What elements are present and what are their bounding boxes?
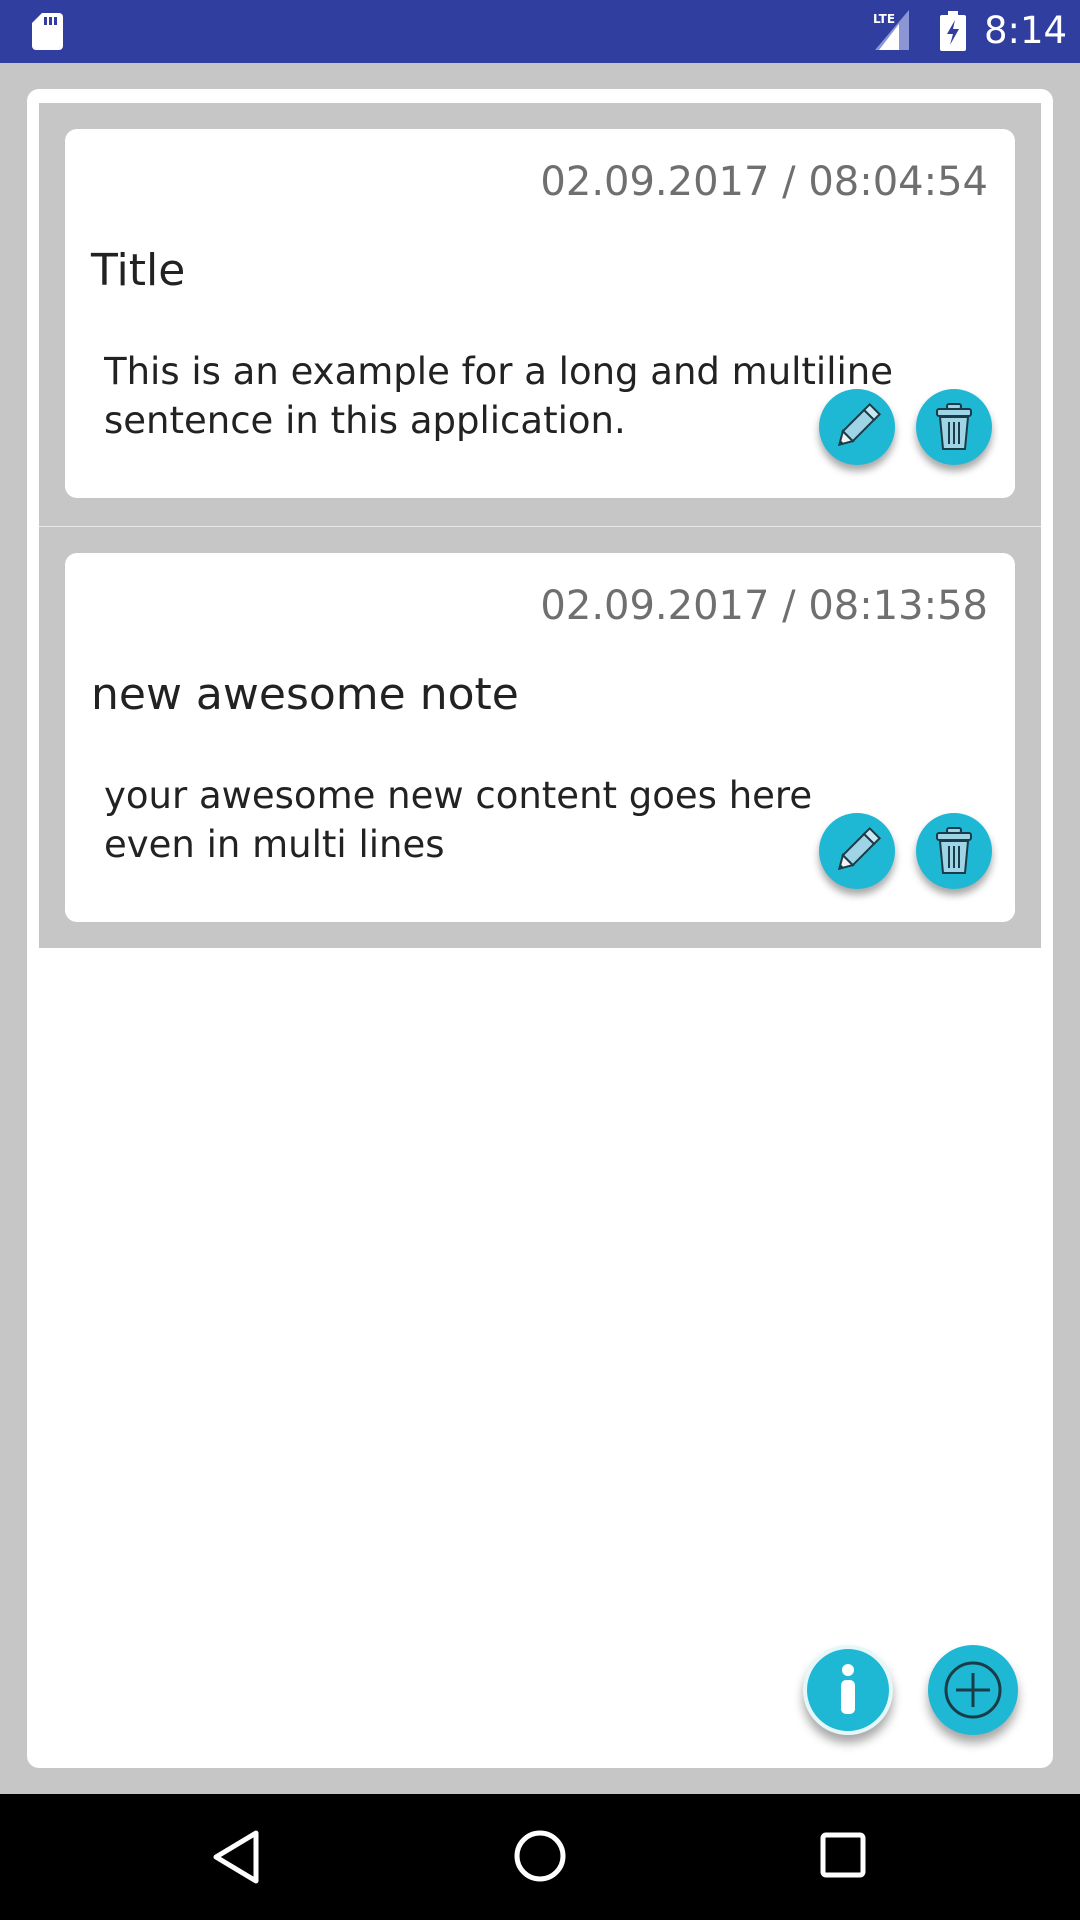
edit-icon (837, 402, 882, 447)
add-circle-icon (944, 1661, 1002, 1719)
note-date: 02.09.2017 / 08:13:58 (540, 583, 988, 629)
info-button[interactable] (803, 1645, 893, 1735)
note-card[interactable]: 02.09.2017 / 08:04:54 Title This is an e… (65, 129, 1015, 498)
info-icon (841, 1664, 855, 1714)
note-title: Title (91, 245, 186, 296)
notes-list[interactable]: 02.09.2017 / 08:04:54 Title This is an e… (39, 103, 1041, 948)
status-bar: LTE 8:14 (0, 0, 1080, 63)
edit-icon (837, 826, 882, 871)
list-item: 02.09.2017 / 08:13:58 new awesome note y… (39, 527, 1041, 948)
svg-text:LTE: LTE (873, 12, 895, 26)
recent-apps-icon[interactable] (820, 1832, 866, 1878)
status-time: 8:14 (984, 9, 1068, 52)
list-item: 02.09.2017 / 08:04:54 Title This is an e… (39, 103, 1041, 526)
home-icon[interactable] (513, 1829, 567, 1883)
notes-panel: 02.09.2017 / 08:04:54 Title This is an e… (27, 89, 1053, 1768)
delete-note-button[interactable] (916, 389, 992, 465)
sd-card-icon (32, 13, 63, 50)
delete-icon (936, 827, 972, 874)
navigation-bar (0, 1794, 1080, 1920)
delete-icon (936, 403, 972, 450)
edit-note-button[interactable] (819, 813, 895, 889)
note-date: 02.09.2017 / 08:04:54 (540, 159, 988, 205)
lte-signal-icon: LTE (873, 10, 909, 50)
add-note-button[interactable] (928, 1645, 1018, 1735)
back-icon[interactable] (212, 1829, 260, 1885)
delete-note-button[interactable] (916, 813, 992, 889)
note-card[interactable]: 02.09.2017 / 08:13:58 new awesome note y… (65, 553, 1015, 922)
note-title: new awesome note (91, 669, 519, 720)
edit-note-button[interactable] (819, 389, 895, 465)
note-content: your awesome new content goes here even … (104, 774, 813, 866)
note-content: This is an example for a long and multil… (104, 350, 893, 442)
battery-charging-icon (940, 11, 966, 51)
